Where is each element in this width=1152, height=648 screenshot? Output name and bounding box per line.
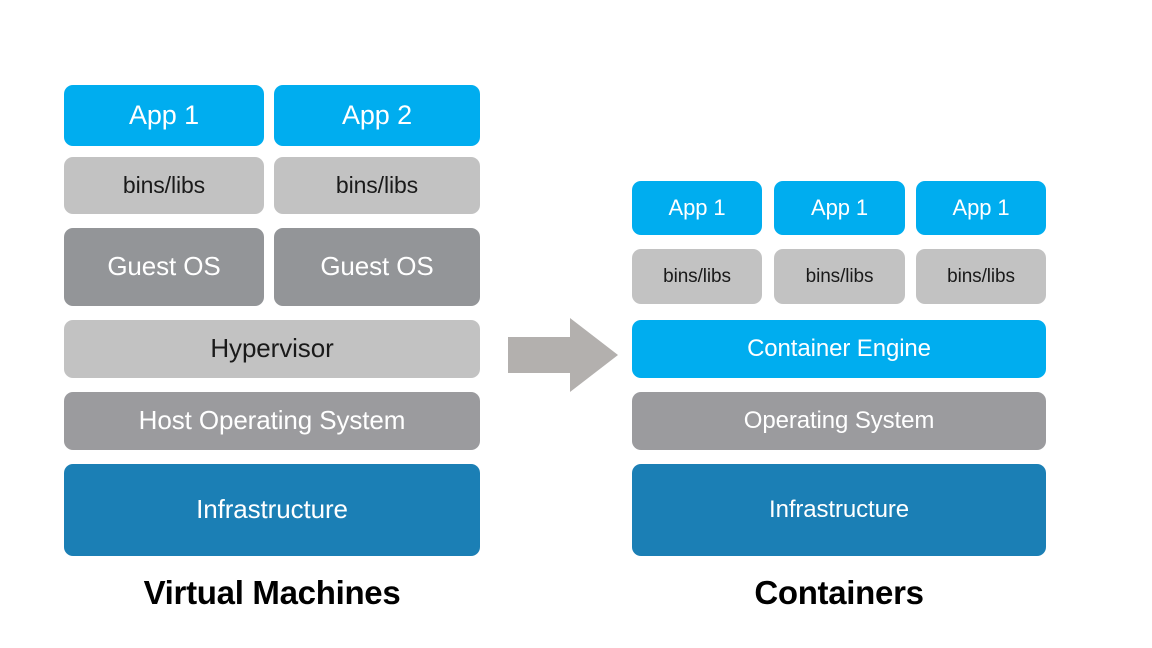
arrow-right-icon — [508, 318, 618, 392]
container-app-box-3[interactable]: App 1 — [916, 181, 1046, 235]
vm-bins-libs-box-2[interactable]: bins/libs — [274, 157, 480, 214]
container-bins-libs-label-2: bins/libs — [805, 265, 874, 287]
vm-guest-os-label-2: Guest OS — [320, 251, 434, 282]
vm-app-box-2[interactable]: App 2 — [274, 85, 480, 146]
vm-hypervisor-label: Hypervisor — [210, 333, 334, 364]
vm-guest-os-label-1: Guest OS — [107, 251, 221, 282]
container-app-label-1: App 1 — [668, 195, 726, 221]
container-bins-libs-box-3[interactable]: bins/libs — [916, 249, 1046, 304]
vm-guest-os-box-2[interactable]: Guest OS — [274, 228, 480, 306]
diagram-canvas: App 1 App 2 bins/libs bins/libs Guest OS… — [0, 0, 1152, 648]
vm-bins-libs-label-1: bins/libs — [122, 172, 206, 199]
vm-app-label-2: App 2 — [341, 100, 413, 131]
container-engine-label: Container Engine — [747, 335, 931, 363]
vm-hypervisor-box[interactable]: Hypervisor — [64, 320, 480, 378]
container-bins-libs-box-1[interactable]: bins/libs — [632, 249, 762, 304]
vm-app-label-1: App 1 — [128, 100, 200, 131]
vm-host-os-box[interactable]: Host Operating System — [64, 392, 480, 450]
vm-guest-os-box-1[interactable]: Guest OS — [64, 228, 264, 306]
container-bins-libs-box-2[interactable]: bins/libs — [774, 249, 905, 304]
container-app-box-2[interactable]: App 1 — [774, 181, 905, 235]
vm-bins-libs-label-2: bins/libs — [335, 172, 419, 199]
vm-host-os-label: Host Operating System — [138, 405, 406, 436]
vm-app-box-1[interactable]: App 1 — [64, 85, 264, 146]
containers-caption: Containers — [754, 574, 924, 611]
container-engine-box[interactable]: Container Engine — [632, 320, 1046, 378]
vm-infrastructure-box[interactable]: Infrastructure — [64, 464, 480, 556]
container-operating-system-box[interactable]: Operating System — [632, 392, 1046, 450]
virtual-machines-caption: Virtual Machines — [143, 574, 401, 611]
container-infrastructure-label: Infrastructure — [769, 496, 909, 524]
container-app-label-2: App 1 — [811, 195, 868, 221]
container-bins-libs-label-3: bins/libs — [947, 265, 1015, 287]
vm-bins-libs-box-1[interactable]: bins/libs — [64, 157, 264, 214]
container-bins-libs-label-1: bins/libs — [663, 265, 731, 287]
vm-infrastructure-label: Infrastructure — [196, 494, 348, 525]
container-operating-system-label: Operating System — [743, 407, 935, 435]
transition-arrow — [508, 318, 618, 392]
container-app-label-3: App 1 — [952, 195, 1010, 221]
container-app-box-1[interactable]: App 1 — [632, 181, 762, 235]
container-infrastructure-box[interactable]: Infrastructure — [632, 464, 1046, 556]
